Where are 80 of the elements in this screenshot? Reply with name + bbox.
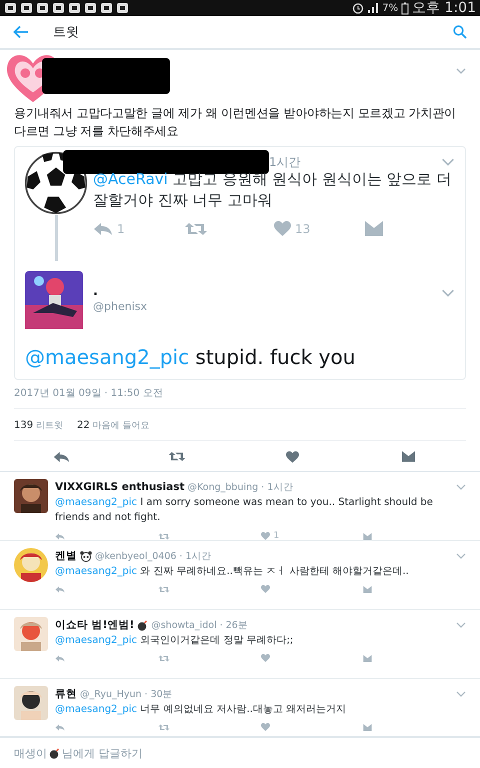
envelope-icon[interactable] xyxy=(363,586,372,592)
retweet-icon[interactable] xyxy=(158,586,170,592)
tweet-time: 1시간 xyxy=(269,154,301,170)
user-name: 류현 xyxy=(55,687,77,701)
tweet-text: @AceRavi 고맙고 응원해 원식아 원식이는 앞으로 더 잘할거야 진짜 너무 고마워 xyxy=(93,169,452,211)
signal-icon xyxy=(367,2,380,14)
notification-icon xyxy=(4,2,17,14)
user-handle: @kenbyeol_0406 xyxy=(95,550,176,562)
reply-text: @maesang2_pic I am sorry someone was mean to you.. Starlight should be friends and not fight. xyxy=(55,496,434,525)
chevron-icon[interactable] xyxy=(441,158,455,166)
battery-icon xyxy=(401,2,410,14)
reply-icon[interactable] xyxy=(93,222,113,236)
author-handle: @phenisx xyxy=(93,299,147,315)
timestamp: 2017년 01월 09일 · 11:50 오전 xyxy=(14,380,466,409)
bomb-icon xyxy=(49,748,60,758)
retweet-icon[interactable] xyxy=(158,532,170,540)
user-handle: @_Ryu_Hyun xyxy=(80,688,142,700)
retweet-stat[interactable]: 139 리트윗 xyxy=(14,419,63,432)
chevron-icon[interactable] xyxy=(456,622,466,628)
envelope-icon[interactable] xyxy=(363,532,372,540)
reply-text: @maesang2_pic 너무 예의없네요 저사람..대놓고 왜저러는거지 xyxy=(55,703,348,717)
retweet-icon[interactable] xyxy=(184,222,208,236)
reply-icon[interactable] xyxy=(55,586,65,592)
reply-count: 1 xyxy=(117,222,125,236)
notification-icon xyxy=(52,2,65,14)
notification-icon xyxy=(84,2,97,14)
reply-recipient: 매생이 xyxy=(14,746,47,760)
search-icon[interactable] xyxy=(453,25,467,39)
reply-time: · 1시간 xyxy=(261,480,294,494)
like-stat[interactable]: 22 마음에 들어요 xyxy=(76,419,150,432)
reply-icon[interactable] xyxy=(55,654,65,662)
author-name: . xyxy=(93,285,99,299)
battery-percent: 7% xyxy=(382,2,398,14)
reply-time: · 1시간 xyxy=(179,550,212,562)
like-count: 13 xyxy=(295,222,310,236)
chevron-icon[interactable] xyxy=(456,68,466,74)
heart-icon[interactable] xyxy=(274,221,291,236)
envelope-icon[interactable] xyxy=(363,724,372,730)
heart-icon[interactable] xyxy=(260,723,270,731)
user-name: 이쇼타 범!엔범! xyxy=(55,618,134,632)
heart-icon[interactable] xyxy=(286,451,300,463)
tweet-text: 용기내줘서 고맙다고말한 글에 제가 왜 이런멘션을 받아야하는지 모르겠고 가치관이 다르면 그냥 저를 차단해주세요 xyxy=(14,105,457,140)
bomb-icon xyxy=(137,620,148,630)
retweet-icon[interactable] xyxy=(168,451,186,462)
heart-icon[interactable] xyxy=(260,585,270,593)
reply-text: @maesang2_pic 외국인이거같은데 정말 무례하다;; xyxy=(55,634,294,648)
retweet-icon[interactable] xyxy=(158,724,170,730)
reply-icon[interactable] xyxy=(55,724,65,730)
retweet-icon[interactable] xyxy=(158,654,170,662)
clock: 오후 1:01 xyxy=(412,0,476,17)
heart-icon[interactable] xyxy=(260,532,270,540)
envelope-icon[interactable] xyxy=(402,451,415,462)
envelope-icon[interactable] xyxy=(363,654,372,662)
notification-icon xyxy=(68,2,81,14)
reply-icon[interactable] xyxy=(53,451,70,463)
reply-time: · 30분 xyxy=(144,688,173,700)
user-name: 켄별 xyxy=(55,549,77,563)
notification-icon xyxy=(116,2,129,14)
notification-icon xyxy=(100,2,113,14)
chevron-icon[interactable] xyxy=(456,484,466,490)
chevron-icon[interactable] xyxy=(441,289,455,297)
notification-icon xyxy=(20,2,33,14)
user-name: VIXXGIRLS enthusiast xyxy=(55,481,185,493)
envelope-icon[interactable] xyxy=(364,221,382,236)
chevron-icon[interactable] xyxy=(456,691,466,697)
reply-text: @maesang2_pic 와 진짜 무례하네요..빽유는 ㅈㅓ 사람한테 해야할거같은데.. xyxy=(55,565,410,579)
alarm-icon xyxy=(352,2,364,14)
screen-title: 트윗 xyxy=(53,24,80,41)
panda-icon xyxy=(80,550,92,562)
like-count: 1 xyxy=(274,531,280,541)
reply-time: · 26분 xyxy=(220,618,248,632)
chevron-icon[interactable] xyxy=(456,553,466,559)
user-handle: @Kong_bbuing xyxy=(188,482,258,492)
notification-icon xyxy=(36,2,49,14)
heart-icon[interactable] xyxy=(260,654,270,662)
user-handle: @showta_idol xyxy=(151,620,217,630)
reply-icon[interactable] xyxy=(55,532,65,540)
reply-placeholder: 님에게 답글하기 xyxy=(62,746,142,760)
back-icon[interactable] xyxy=(13,25,29,39)
tweet-text: @maesang2_pic stupid. fuck you xyxy=(25,345,356,369)
